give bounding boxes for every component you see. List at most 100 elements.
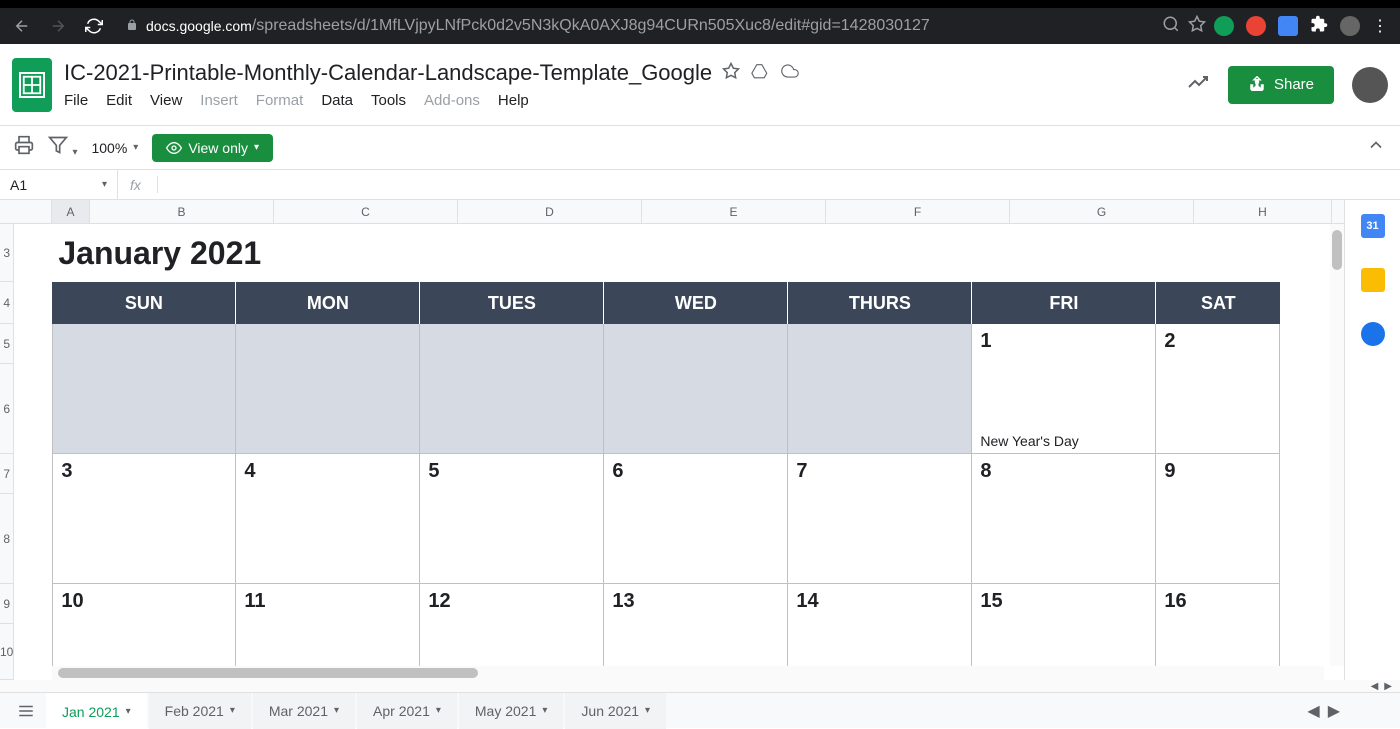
extension-icon[interactable] xyxy=(1246,16,1266,36)
drive-icon[interactable] xyxy=(750,62,770,85)
calendar-cell[interactable]: 5 xyxy=(420,454,604,584)
forward-button[interactable] xyxy=(44,12,72,40)
cloud-icon[interactable] xyxy=(780,62,800,85)
column-header[interactable]: B xyxy=(90,200,274,223)
row-header[interactable]: 8 xyxy=(0,494,14,584)
calendar-cell[interactable]: 9 xyxy=(1156,454,1280,584)
chevron-down-icon[interactable]: ▾ xyxy=(645,705,650,716)
sheet-tab[interactable]: Jun 2021▾ xyxy=(565,693,666,729)
all-sheets-menu-icon[interactable] xyxy=(8,697,44,725)
column-header[interactable]: A xyxy=(52,200,90,223)
sheet-tab[interactable]: Jan 2021▾ xyxy=(46,693,147,729)
collapse-toolbar-icon[interactable] xyxy=(1366,135,1386,160)
profile-avatar-icon[interactable] xyxy=(1340,16,1360,36)
url-host: docs.google.com xyxy=(146,18,252,34)
calendar-cell[interactable] xyxy=(236,324,420,454)
day-header[interactable]: THURS xyxy=(788,282,972,324)
row-header[interactable]: 6 xyxy=(0,364,14,454)
sheets-logo-icon[interactable] xyxy=(12,58,52,112)
calendar-cell[interactable] xyxy=(52,324,236,454)
column-header[interactable]: E xyxy=(642,200,826,223)
activity-icon[interactable] xyxy=(1186,70,1210,99)
menu-edit[interactable]: Edit xyxy=(106,92,132,109)
sheet-tab[interactable]: Feb 2021▾ xyxy=(149,693,251,729)
chrome-menu-icon[interactable]: ⋮ xyxy=(1372,16,1388,36)
sheet-tab[interactable]: May 2021▾ xyxy=(459,693,564,729)
menu-view[interactable]: View xyxy=(150,92,182,109)
name-box[interactable]: A1 ▾ xyxy=(0,170,118,199)
horizontal-scrollbar[interactable] xyxy=(52,666,1324,680)
select-all-corner[interactable] xyxy=(0,200,52,223)
zoom-icon[interactable] xyxy=(1162,15,1180,38)
menu-insert[interactable]: Insert xyxy=(200,92,238,109)
calendar-date: 14 xyxy=(796,590,963,613)
zoom-selector[interactable]: 100% ▾ xyxy=(91,140,138,156)
vertical-scrollbar[interactable] xyxy=(1330,224,1344,666)
reload-button[interactable] xyxy=(80,12,108,40)
menu-tools[interactable]: Tools xyxy=(371,92,406,109)
scroll-right-icon[interactable]: ▶ xyxy=(1384,681,1392,692)
menu-add-ons[interactable]: Add-ons xyxy=(424,92,480,109)
calendar-cell[interactable]: 3 xyxy=(52,454,236,584)
day-header[interactable]: TUES xyxy=(420,282,604,324)
spreadsheet-grid[interactable]: A B C D E F G H 3 4 5 6 7 8 9 10 xyxy=(0,200,1344,680)
chevron-down-icon[interactable]: ▾ xyxy=(126,706,131,717)
extension-icon[interactable] xyxy=(1278,16,1298,36)
scroll-left-icon[interactable]: ◀ xyxy=(1371,681,1379,692)
menu-format[interactable]: Format xyxy=(256,92,304,109)
document-title[interactable]: IC-2021-Printable-Monthly-Calendar-Lands… xyxy=(64,60,712,86)
row-header[interactable]: 3 xyxy=(0,224,14,282)
calendar-cell[interactable] xyxy=(788,324,972,454)
view-only-button[interactable]: View only ▾ xyxy=(152,134,273,162)
extensions-puzzle-icon[interactable] xyxy=(1310,15,1328,38)
print-icon[interactable] xyxy=(14,135,34,160)
tab-scroll-left-icon[interactable]: ◀ xyxy=(1307,701,1319,721)
tasks-sidebar-icon[interactable] xyxy=(1361,322,1385,346)
chevron-down-icon[interactable]: ▾ xyxy=(436,705,441,716)
column-header[interactable]: F xyxy=(826,200,1010,223)
sheet-tab[interactable]: Mar 2021▾ xyxy=(253,693,355,729)
chevron-down-icon[interactable]: ▾ xyxy=(230,705,235,716)
formula-input[interactable] xyxy=(157,176,158,193)
chevron-down-icon[interactable]: ▾ xyxy=(334,705,339,716)
bookmark-star-icon[interactable] xyxy=(1188,15,1206,38)
row-header[interactable]: 7 xyxy=(0,454,14,494)
calendar-cell[interactable] xyxy=(420,324,604,454)
row-header[interactable]: 10 xyxy=(0,624,14,680)
day-header[interactable]: SUN xyxy=(52,282,236,324)
column-header[interactable]: D xyxy=(458,200,642,223)
row-header[interactable]: 9 xyxy=(0,584,14,624)
calendar-sidebar-icon[interactable]: 31 xyxy=(1361,214,1385,238)
calendar-cell[interactable]: 7 xyxy=(788,454,972,584)
menu-data[interactable]: Data xyxy=(321,92,353,109)
column-header[interactable]: H xyxy=(1194,200,1332,223)
column-header[interactable]: C xyxy=(274,200,458,223)
chevron-down-icon[interactable]: ▾ xyxy=(542,705,547,716)
back-button[interactable] xyxy=(8,12,36,40)
column-header[interactable]: G xyxy=(1010,200,1194,223)
day-header[interactable]: MON xyxy=(236,282,420,324)
user-avatar[interactable] xyxy=(1352,67,1388,103)
row-header[interactable]: 5 xyxy=(0,324,14,364)
extension-icon[interactable] xyxy=(1214,16,1234,36)
calendar-cell[interactable]: 2 xyxy=(1156,324,1280,454)
sheet-tab[interactable]: Apr 2021▾ xyxy=(357,693,457,729)
calendar-cell[interactable] xyxy=(604,324,788,454)
calendar-cell[interactable]: 4 xyxy=(236,454,420,584)
menu-file[interactable]: File xyxy=(64,92,88,109)
calendar-cell[interactable]: 6 xyxy=(604,454,788,584)
day-header[interactable]: FRI xyxy=(972,282,1156,324)
calendar-title[interactable]: January 2021 xyxy=(52,224,1344,282)
day-header[interactable]: SAT xyxy=(1156,282,1280,324)
star-icon[interactable] xyxy=(722,62,740,85)
calendar-cell[interactable]: 1New Year's Day xyxy=(972,324,1156,454)
share-button[interactable]: Share xyxy=(1228,66,1334,104)
menu-help[interactable]: Help xyxy=(498,92,529,109)
row-header[interactable]: 4 xyxy=(0,282,14,324)
calendar-cell[interactable]: 8 xyxy=(972,454,1156,584)
keep-sidebar-icon[interactable] xyxy=(1361,268,1385,292)
day-header[interactable]: WED xyxy=(604,282,788,324)
filter-icon[interactable]: ▾ xyxy=(48,135,77,160)
tab-scroll-right-icon[interactable]: ▶ xyxy=(1328,701,1340,721)
address-bar[interactable]: docs.google.com /spreadsheets/d/1MfLVjpy… xyxy=(116,12,1154,40)
